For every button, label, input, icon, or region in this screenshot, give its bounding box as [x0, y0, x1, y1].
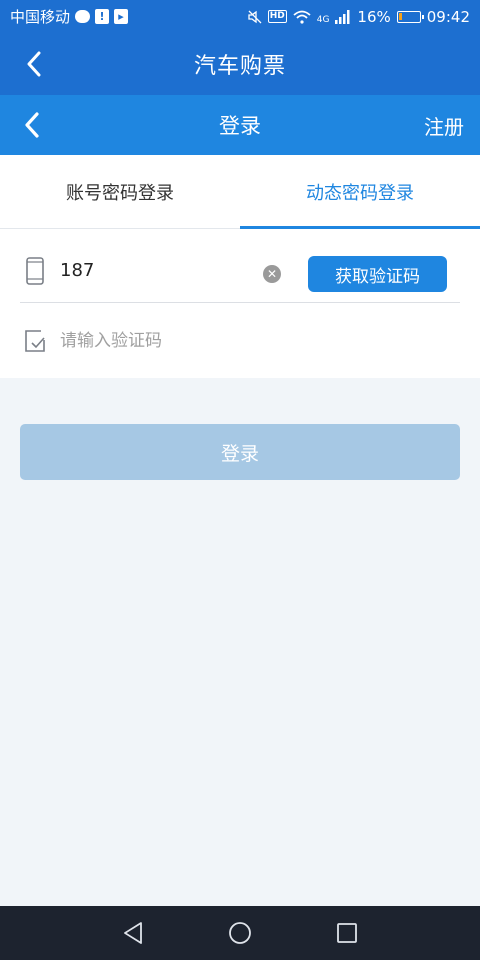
hd-badge: HD [267, 10, 287, 23]
code-row [20, 311, 460, 371]
login-tabs: 账号密码登录 动态密码登录 [0, 155, 480, 229]
wifi-icon [293, 10, 311, 24]
tab-password-login[interactable]: 账号密码登录 [0, 155, 240, 228]
square-recents-icon [337, 923, 357, 943]
clear-input-button[interactable]: ✕ [263, 265, 281, 283]
app-title: 汽车购票 [193, 54, 286, 79]
alert-icon: ! [95, 9, 110, 24]
register-link[interactable]: 注册 [424, 111, 464, 140]
status-right: HD 4G 16% 09:42 [248, 8, 470, 26]
battery-percent: 16% [357, 7, 391, 26]
status-left: 中国移动 ! ▸ [10, 6, 129, 27]
navigation-bar [0, 906, 480, 960]
message-icon [75, 10, 91, 23]
tab-dynamic-password-login[interactable]: 动态密码登录 [240, 155, 480, 229]
signal-icon [335, 9, 350, 24]
triangle-back-icon [124, 922, 142, 944]
verify-code-icon [22, 326, 48, 356]
phone-row: ✕ 获取验证码 [20, 239, 460, 303]
app-header: 汽车购票 [0, 33, 480, 95]
network-type: 4G [316, 14, 330, 25]
battery-icon [396, 10, 424, 23]
chevron-left-icon [25, 112, 39, 138]
chevron-left-icon [27, 51, 41, 77]
login-button[interactable]: 登录 [20, 424, 460, 480]
page-title: 登录 [219, 114, 261, 138]
get-verification-code-button[interactable]: 获取验证码 [308, 256, 447, 292]
nav-recents-button[interactable] [334, 920, 360, 946]
app-back-button[interactable] [18, 47, 50, 81]
carrier-name: 中国移动 [10, 8, 71, 26]
phone-input[interactable] [60, 260, 250, 281]
status-bar: 中国移动 ! ▸ HD 4G 16% 09:42 [0, 0, 480, 33]
page-back-button[interactable] [16, 108, 48, 142]
app-notification-icon: ▸ [114, 9, 129, 24]
page-header: 登录 注册 [0, 95, 480, 155]
nav-home-button[interactable] [227, 920, 253, 946]
nav-back-button[interactable] [120, 920, 146, 946]
login-form: ✕ 获取验证码 [0, 229, 480, 378]
battery-fill [398, 12, 402, 20]
verification-code-input[interactable] [60, 331, 360, 351]
clock: 09:42 [426, 7, 470, 26]
phone-icon [22, 256, 48, 286]
circle-home-icon [229, 922, 251, 944]
mute-icon [248, 10, 262, 23]
